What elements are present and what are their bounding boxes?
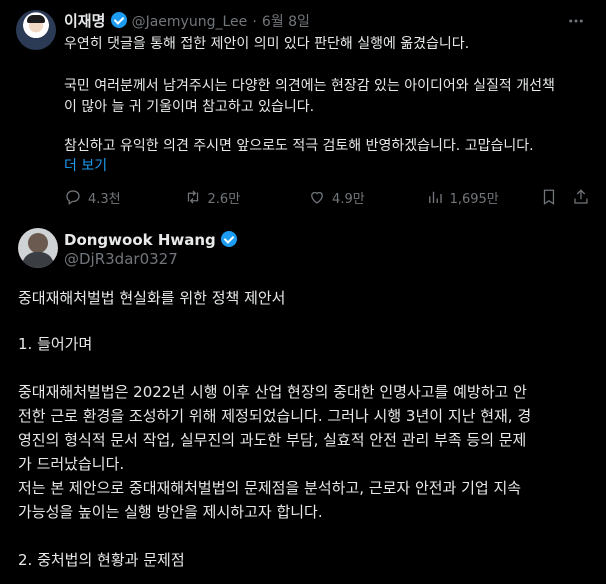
retweet-icon bbox=[187, 190, 198, 204]
reply-button[interactable]: 4.3천 bbox=[64, 188, 184, 207]
like-button[interactable]: 4.9만 bbox=[308, 188, 426, 207]
avatar-dongwook[interactable] bbox=[18, 228, 58, 268]
verified-badge-icon bbox=[110, 12, 127, 28]
tweet2-line-1: 중대재해처벌법은 2022년 시행 이후 산업 현장의 중대한 인명사고를 예방… bbox=[18, 383, 527, 401]
tweet2-author: Dongwook Hwang bbox=[64, 230, 237, 249]
reply-icon bbox=[66, 190, 80, 206]
tweet1-line-1: 우연히 댓글을 통해 접한 제안이 의미 있다 판단해 실행에 옮겼습니다. bbox=[64, 36, 470, 52]
tweet2-line-6: 가능성을 높이는 실행 방안을 제시하고자 합니다. bbox=[18, 503, 323, 521]
retweet-button[interactable]: 2.6만 bbox=[184, 188, 309, 207]
tweet1-actions: 4.3천 2.6만 4.9만 1,695만 bbox=[64, 186, 590, 208]
tweet-date[interactable]: 6월 8일 bbox=[262, 14, 310, 30]
show-more-link[interactable]: 더 보기 bbox=[64, 155, 107, 175]
heart-icon bbox=[311, 191, 323, 204]
bookmark-icon[interactable] bbox=[540, 188, 558, 206]
tweet2-section-2: 2. 중처법의 현황과 문제점 bbox=[18, 551, 185, 569]
verified-badge-icon bbox=[220, 231, 237, 247]
tweet2-line-2: 전한 근로 환경을 조성하기 위해 제정되었습니다. 그러나 시행 3년이 지난… bbox=[18, 407, 532, 425]
author-name[interactable]: Dongwook Hwang bbox=[64, 231, 216, 249]
tweet1-line-4: 참신하고 유익한 의견 주시면 앞으로도 적극 검토해 반영하겠습니다. 고맙습… bbox=[64, 138, 534, 154]
author-name[interactable]: 이재명 bbox=[64, 12, 105, 30]
tweet1-line-2: 국민 여러분께서 남겨주시는 다양한 의견에는 현장감 있는 아이디어와 실질적… bbox=[64, 78, 555, 94]
views-count: 1,695만 bbox=[449, 191, 499, 207]
separator-dot: · bbox=[252, 14, 257, 30]
tweet2-title: 중대재해처벌법 현실화를 위한 정책 제안서 bbox=[18, 289, 286, 307]
views-button[interactable]: 1,695만 bbox=[426, 188, 541, 207]
share-icon[interactable] bbox=[572, 188, 590, 206]
retweet-count: 2.6만 bbox=[207, 191, 241, 207]
tweet2-line-4: 가 드러났습니다. bbox=[18, 455, 125, 473]
views-chart-icon bbox=[428, 191, 442, 203]
reply-count: 4.3천 bbox=[88, 191, 121, 207]
tweet2-line-3: 영진의 형식적 문서 작업, 실무진의 과도한 부담, 실효적 안전 관리 부족… bbox=[18, 431, 527, 449]
author-handle[interactable]: @Jaemyung_Lee bbox=[132, 14, 248, 30]
tweet1-header: 이재명 @Jaemyung_Lee · 6월 8일 bbox=[64, 10, 310, 30]
tweet1-line-3: 이 많아 늘 귀 기울이며 참고하고 있습니다. bbox=[64, 99, 315, 115]
avatar-lee[interactable] bbox=[16, 10, 56, 50]
more-options-icon[interactable] bbox=[567, 12, 585, 30]
tweet2-section-1: 1. 들어가며 bbox=[18, 335, 93, 353]
author-handle[interactable]: @DjR3dar0327 bbox=[64, 250, 178, 268]
like-count: 4.9만 bbox=[332, 191, 365, 207]
tweet2-line-5: 저는 본 제안으로 중대재해처벌법의 문제점을 분석하고, 근로자 안전과 기업… bbox=[18, 479, 522, 497]
